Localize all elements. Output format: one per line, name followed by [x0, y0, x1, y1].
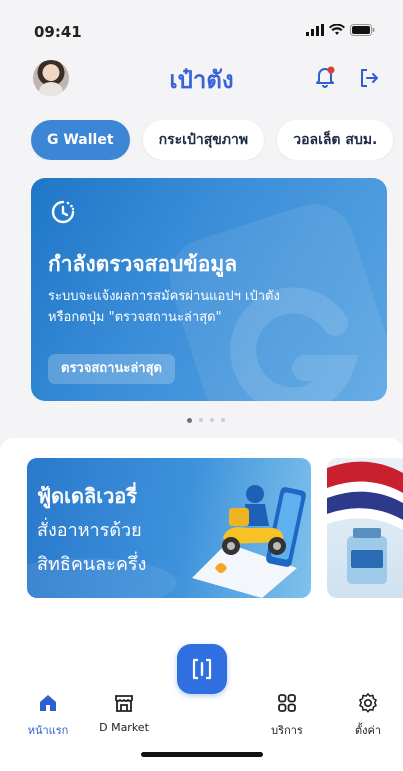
promo-title: ฟู้ดเดลิเวอรี่	[37, 484, 138, 508]
promo-line-2: สั่งอาหารด้วย	[37, 520, 142, 541]
nav-settings-label: ตั้งค่า	[354, 724, 382, 737]
delivery-scooter-icon	[222, 485, 286, 555]
gear-icon	[359, 693, 377, 713]
app-header: เป๋าตัง	[0, 56, 403, 100]
logout-icon[interactable]	[358, 67, 380, 89]
banner-desc-line-1: ระบบจะแจ้งผลการสมัครผ่านแอปฯ เป๋าตัง	[48, 289, 280, 304]
nav-services[interactable]: บริการ	[252, 692, 322, 739]
nav-services-label: บริการ	[271, 724, 303, 737]
store-icon	[115, 695, 133, 712]
food-delivery-promo-card[interactable]: ฟู้ดเดลิเวอรี่ สั่งอาหารด้วย สิทธิคนละคร…	[27, 458, 311, 598]
clock-pending-icon	[51, 200, 75, 224]
nav-d-market[interactable]: D Market	[89, 692, 159, 734]
nav-home-label: หน้าแรก	[27, 724, 69, 737]
thai-flag-ribbon-icon	[327, 461, 403, 584]
banner-title: กำลังตรวจสอบข้อมูล	[48, 252, 238, 276]
grid-icon	[278, 694, 296, 712]
promo-line-3: สิทธิคนละครึ่ง	[37, 554, 147, 575]
nav-home[interactable]: หน้าแรก	[13, 692, 83, 739]
status-time: 09:41	[34, 23, 82, 41]
check-status-button[interactable]: ตรวจสถานะล่าสุด	[48, 354, 175, 384]
scan-icon	[192, 658, 212, 680]
home-indicator	[141, 752, 263, 757]
nav-settings[interactable]: ตั้งค่า	[333, 692, 403, 739]
home-icon	[40, 695, 56, 711]
status-bar: 09:41	[0, 0, 403, 44]
nav-d-market-label: D Market	[99, 721, 149, 734]
pager-dot[interactable]	[187, 418, 192, 423]
vaccine-promo-card[interactable]	[327, 458, 403, 598]
pager-dot[interactable]	[210, 418, 214, 422]
scan-qr-button[interactable]	[177, 644, 227, 694]
pager-dot[interactable]	[199, 418, 203, 422]
tab-health-wallet[interactable]: กระเป๋าสุขภาพ	[142, 120, 265, 160]
carousel-pager	[187, 418, 225, 423]
tab-g-wallet[interactable]: G Wallet	[31, 120, 130, 160]
notification-bell-icon[interactable]	[314, 66, 336, 88]
page-title: เป๋าตัง	[169, 66, 234, 94]
tab-bond-wallet[interactable]: วอลเล็ต สบม.	[277, 120, 394, 160]
banner-description: ระบบจะแจ้งผลการสมัครผ่านแอปฯ เป๋าตัง หรื…	[48, 286, 368, 328]
wallet-tabs: G Wallet กระเป๋าสุขภาพ วอลเล็ต สบม.	[31, 120, 403, 160]
status-banner-card[interactable]: กำลังตรวจสอบข้อมูล ระบบจะแจ้งผลการสมัครผ…	[31, 178, 387, 401]
wifi-icon	[329, 24, 345, 35]
status-icons	[306, 24, 375, 36]
pager-dot[interactable]	[221, 418, 225, 422]
banner-desc-line-2: หรือกดปุ่ม "ตรวจสถานะล่าสุด"	[48, 310, 222, 325]
battery-icon	[350, 24, 375, 36]
signal-icon	[306, 24, 324, 36]
